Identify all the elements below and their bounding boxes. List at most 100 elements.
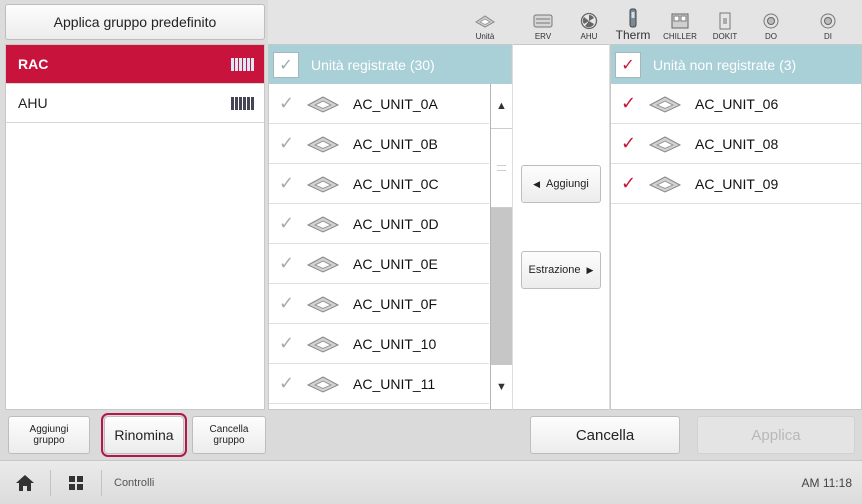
filter-erv[interactable]: ERV <box>528 4 558 42</box>
group-list: RAC AHU <box>5 44 265 410</box>
list-item[interactable]: ✓ AC_UNIT_08 <box>611 124 861 164</box>
unit-name: AC_UNIT_10 <box>353 335 437 352</box>
check-icon: ✓ <box>621 133 637 153</box>
select-all-registered-checkbox[interactable]: ✓ <box>273 51 299 78</box>
unit-name: AC_UNIT_06 <box>695 95 779 112</box>
list-item[interactable]: ✓ AC_UNIT_0E <box>269 244 489 284</box>
list-item[interactable]: ✓ AC_UNIT_0A <box>269 84 489 124</box>
filter-ahu[interactable]: AHU <box>574 4 604 42</box>
registered-units-header: ✓ Unità registrate (30) <box>269 45 511 84</box>
filter-do[interactable]: DO <box>756 4 786 42</box>
group-item-rac[interactable]: RAC <box>6 45 264 84</box>
unit-name: AC_UNIT_0F <box>353 295 438 312</box>
check-icon: ✓ <box>279 213 295 233</box>
unit-name: AC_UNIT_11 <box>353 375 436 392</box>
add-group-label: Aggiungi gruppo <box>29 424 69 446</box>
home-icon[interactable] <box>0 474 50 492</box>
check-icon: ✓ <box>279 133 295 153</box>
scroll-thumb[interactable] <box>491 128 512 208</box>
scroll-down-arrow-icon[interactable]: ▼ <box>491 365 512 409</box>
scroll-up-arrow-icon[interactable]: ▲ <box>491 84 512 128</box>
list-item[interactable]: ✓ AC_UNIT_11 <box>269 364 489 404</box>
menu-grid-icon[interactable] <box>51 475 101 491</box>
registered-units-panel: ✓ Unità registrate (30) ✓ AC_UNIT_0A ✓ AC_… <box>268 44 512 410</box>
thermometer-icon <box>622 8 644 28</box>
apply-button[interactable]: Applica <box>697 416 855 454</box>
check-icon: ✓ <box>621 56 635 74</box>
filter-label: ERV <box>534 32 552 41</box>
filter-chiller[interactable]: CHILLER <box>660 4 700 42</box>
unit-name: AC_UNIT_09 <box>695 175 779 192</box>
select-all-unregistered-checkbox[interactable]: ✓ <box>615 51 641 78</box>
unit-name: AC_UNIT_0B <box>353 135 438 152</box>
dokit-icon <box>714 12 736 30</box>
filter-label: DO <box>765 32 777 41</box>
filter-label: Therm <box>615 28 651 42</box>
cassette-unit-icon <box>647 134 683 154</box>
filter-therm[interactable]: Therm <box>615 4 651 42</box>
add-unit-label: Aggiungi <box>546 178 589 190</box>
divider <box>101 469 102 496</box>
rename-button[interactable]: Rinomina <box>101 413 187 457</box>
fan-icon <box>578 12 600 30</box>
unregistered-units-header: ✓ Unità non registrate (3) <box>611 45 861 84</box>
group-settings-screen: Applica gruppo predefinito Unità ERV AHU… <box>0 0 862 504</box>
registered-scrollbar[interactable]: ▲ ▼ <box>490 84 512 409</box>
filter-label: AHU <box>580 32 598 41</box>
transfer-area: ◀ Aggiungi Estrazione ▶ <box>513 44 609 410</box>
delete-group-button[interactable]: Cancella gruppo <box>192 416 266 454</box>
list-item[interactable]: ✓ AC_UNIT_0B <box>269 124 489 164</box>
filter-label: CHILLER <box>663 32 697 41</box>
cassette-unit-icon <box>647 94 683 114</box>
di-icon <box>817 12 839 30</box>
extract-unit-button[interactable]: Estrazione ▶ <box>521 251 601 289</box>
unregistered-units-list: ✓ AC_UNIT_06 ✓ AC_UNIT_08 ✓ AC_UNIT_09 <box>611 84 861 204</box>
unit-name: AC_UNIT_08 <box>695 135 779 152</box>
group-item-ahu[interactable]: AHU <box>6 84 264 123</box>
cancel-button[interactable]: Cancella <box>530 416 680 454</box>
status-bar: Controlli AM 11:18 <box>0 460 862 504</box>
unit-name: AC_UNIT_0D <box>353 215 439 232</box>
list-item[interactable]: ✓ AC_UNIT_09 <box>611 164 861 204</box>
filter-unita[interactable]: Unità <box>470 4 500 42</box>
filter-di[interactable]: DI <box>813 4 843 42</box>
cassette-unit-icon <box>305 334 341 354</box>
group-color-bars-icon <box>231 96 254 110</box>
apply-preset-group-button[interactable]: Applica gruppo predefinito <box>5 4 265 40</box>
list-item[interactable]: ✓ AC_UNIT_10 <box>269 324 489 364</box>
filter-dokit[interactable]: DOKIT <box>710 4 740 42</box>
unit-name: AC_UNIT_0C <box>353 175 439 192</box>
current-section-label: Controlli <box>114 476 155 489</box>
filter-label: DI <box>824 32 832 41</box>
erv-icon <box>532 12 554 30</box>
cassette-unit-icon <box>305 94 341 114</box>
list-item[interactable]: ✓ AC_UNIT_06 <box>611 84 861 124</box>
registered-units-title: Unità registrate (30) <box>311 56 435 73</box>
add-group-button[interactable]: Aggiungi gruppo <box>8 416 90 454</box>
list-item[interactable]: ✓ AC_UNIT_0C <box>269 164 489 204</box>
list-item[interactable]: ✓ AC_UNIT_0D <box>269 204 489 244</box>
unregistered-units-title: Unità non registrate (3) <box>653 56 797 73</box>
arrow-left-icon: ◀ <box>533 178 541 189</box>
action-bar: Aggiungi gruppo Rinomina Cancella gruppo… <box>0 410 862 460</box>
cassette-unit-icon <box>305 134 341 154</box>
apply-preset-group-label: Applica gruppo predefinito <box>53 14 217 30</box>
check-icon: ✓ <box>279 333 295 353</box>
add-unit-button[interactable]: ◀ Aggiungi <box>521 165 601 203</box>
unit-name: AC_UNIT_0A <box>353 95 438 112</box>
cassette-unit-icon <box>305 174 341 194</box>
group-color-bars-icon <box>231 57 254 71</box>
cassette-unit-icon <box>305 374 341 394</box>
list-item[interactable]: ✓ AC_UNIT_0F <box>269 284 489 324</box>
registered-units-list: ✓ AC_UNIT_0A ✓ AC_UNIT_0B ✓ AC_UNIT_0C ✓ AC_… <box>269 84 489 404</box>
check-icon: ✓ <box>621 93 637 113</box>
apply-label: Applica <box>751 426 801 444</box>
check-icon: ✓ <box>621 173 637 193</box>
cassette-icon <box>474 12 496 30</box>
device-type-filter-bar: Unità ERV AHU Therm CHILLER DOKIT DO DI <box>268 0 862 44</box>
check-icon: ✓ <box>279 253 295 273</box>
arrow-right-icon: ▶ <box>586 264 594 275</box>
unregistered-units-panel: ✓ Unità non registrate (3) ✓ AC_UNIT_06 ✓… <box>610 44 862 410</box>
chiller-icon <box>669 12 691 30</box>
filter-label: Unità <box>475 32 495 41</box>
